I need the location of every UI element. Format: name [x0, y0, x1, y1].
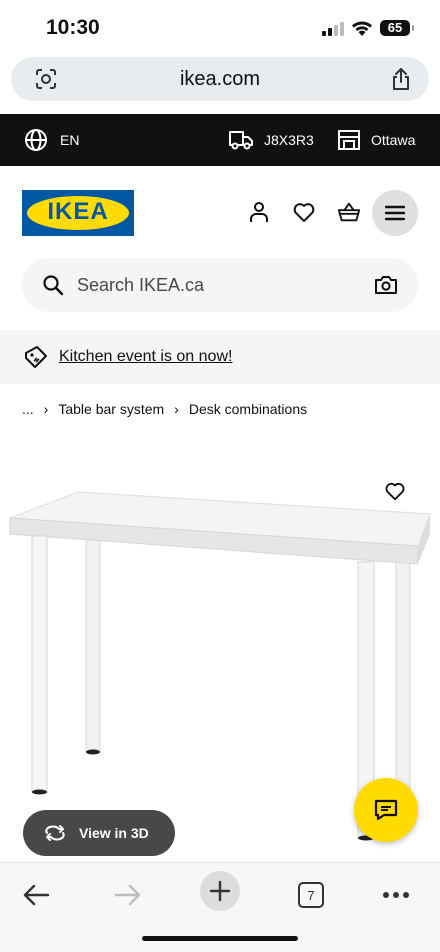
- basket-icon[interactable]: [337, 200, 361, 224]
- share-icon[interactable]: [390, 67, 412, 91]
- camera-icon[interactable]: [374, 274, 398, 296]
- promo-link[interactable]: Kitchen event is on now!: [59, 348, 232, 366]
- view-in-3d-button[interactable]: View in 3D: [23, 810, 175, 856]
- postal-code-label: J8X3R3: [264, 132, 314, 148]
- breadcrumb-item[interactable]: Desk combinations: [189, 401, 307, 417]
- language-label: EN: [60, 132, 80, 148]
- status-bar: 10:30 65: [0, 0, 440, 56]
- product-image-area: View in 3D: [0, 452, 440, 862]
- breadcrumb-item[interactable]: Table bar system: [58, 401, 164, 417]
- truck-icon: [229, 131, 253, 150]
- forward-arrow-icon: [114, 884, 141, 906]
- tabs-button[interactable]: 7: [291, 875, 331, 915]
- search-bar[interactable]: Search IKEA.ca: [22, 258, 418, 312]
- search-input[interactable]: Search IKEA.ca: [77, 275, 204, 296]
- view-in-3d-label: View in 3D: [79, 825, 149, 841]
- search-icon: [43, 275, 64, 296]
- chevron-right-icon: ›: [174, 401, 179, 417]
- site-header: IKEA: [0, 166, 440, 254]
- status-time: 10:30: [46, 16, 100, 39]
- language-selector[interactable]: EN: [24, 114, 79, 166]
- home-indicator: [142, 936, 298, 941]
- menu-button[interactable]: [372, 190, 418, 236]
- chat-button[interactable]: [354, 778, 418, 842]
- more-menu-button[interactable]: [376, 875, 416, 915]
- battery-indicator: 65: [380, 20, 414, 36]
- plus-icon: [209, 880, 231, 902]
- cell-signal-icon: [322, 22, 344, 36]
- address-bar[interactable]: ikea.com: [11, 57, 429, 101]
- utility-bar: EN J8X3R3 Ottawa: [0, 114, 440, 166]
- forward-button[interactable]: [108, 875, 148, 915]
- promo-banner[interactable]: Kitchen event is on now!: [0, 330, 440, 384]
- back-button[interactable]: [16, 875, 56, 915]
- tab-count: 7: [298, 882, 324, 908]
- store-selector[interactable]: Ottawa: [337, 114, 415, 166]
- store-icon: [338, 130, 360, 150]
- save-to-favourites-icon[interactable]: [384, 480, 406, 502]
- rotate-3d-icon: [45, 825, 65, 841]
- new-tab-button[interactable]: [200, 871, 240, 911]
- breadcrumb-ellipsis[interactable]: ...: [22, 401, 34, 417]
- logo-text: IKEA: [47, 198, 109, 225]
- postal-code-selector[interactable]: J8X3R3: [228, 114, 314, 166]
- menu-icon: [385, 205, 405, 221]
- tag-icon: [25, 346, 47, 368]
- wifi-icon: [352, 21, 372, 36]
- ikea-logo[interactable]: IKEA: [22, 190, 134, 236]
- heart-icon[interactable]: [292, 200, 316, 224]
- url-text[interactable]: ikea.com: [11, 68, 429, 91]
- store-label: Ottawa: [371, 132, 416, 148]
- globe-icon: [25, 129, 47, 151]
- chevron-right-icon: ›: [43, 401, 49, 417]
- user-icon[interactable]: [247, 200, 271, 224]
- chat-icon: [374, 799, 398, 821]
- back-arrow-icon: [23, 884, 50, 906]
- more-icon: [383, 892, 409, 898]
- breadcrumb: ... › Table bar system › Desk combinatio…: [22, 398, 307, 420]
